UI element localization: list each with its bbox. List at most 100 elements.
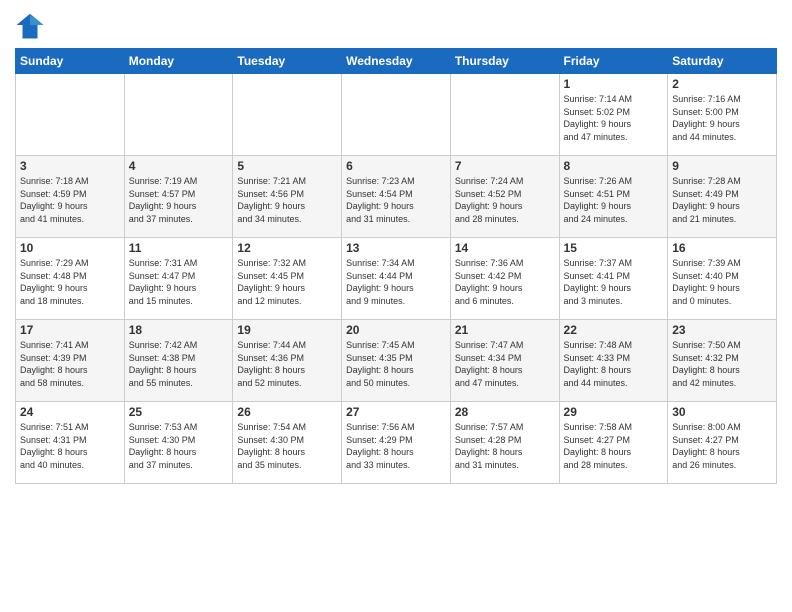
day-info: Sunrise: 7:26 AM Sunset: 4:51 PM Dayligh… bbox=[564, 175, 664, 225]
calendar-cell: 27 Sunrise: 7:56 AM Sunset: 4:29 PM Dayli… bbox=[342, 402, 451, 484]
day-number: 10 bbox=[20, 241, 120, 255]
day-info: Sunrise: 7:56 AM Sunset: 4:29 PM Dayligh… bbox=[346, 421, 446, 471]
weekday-header-monday: Monday bbox=[124, 49, 233, 74]
calendar-cell: 8 Sunrise: 7:26 AM Sunset: 4:51 PM Daylig… bbox=[559, 156, 668, 238]
day-number: 29 bbox=[564, 405, 664, 419]
weekday-header-saturday: Saturday bbox=[668, 49, 777, 74]
day-number: 21 bbox=[455, 323, 555, 337]
day-info: Sunrise: 8:00 AM Sunset: 4:27 PM Dayligh… bbox=[672, 421, 772, 471]
calendar-cell: 23Sunrise: 7:50 AM Sunset: 4:32 PM Dayli… bbox=[668, 320, 777, 402]
weekday-header-friday: Friday bbox=[559, 49, 668, 74]
calendar-cell: 28 Sunrise: 7:57 AM Sunset: 4:28 PM Dayli… bbox=[450, 402, 559, 484]
day-number: 20 bbox=[346, 323, 446, 337]
calendar-week-1: 1Sunrise: 7:14 AM Sunset: 5:02 PM Daylig… bbox=[16, 74, 777, 156]
day-info: Sunrise: 7:21 AM Sunset: 4:56 PM Dayligh… bbox=[237, 175, 337, 225]
day-info: Sunrise: 7:24 AM Sunset: 4:52 PM Dayligh… bbox=[455, 175, 555, 225]
day-number: 6 bbox=[346, 159, 446, 173]
day-info: Sunrise: 7:48 AM Sunset: 4:33 PM Dayligh… bbox=[564, 339, 664, 389]
day-number: 4 bbox=[129, 159, 229, 173]
header bbox=[15, 10, 777, 40]
day-number: 30 bbox=[672, 405, 772, 419]
day-number: 15 bbox=[564, 241, 664, 255]
day-info: Sunrise: 7:45 AM Sunset: 4:35 PM Dayligh… bbox=[346, 339, 446, 389]
calendar-cell: 5 Sunrise: 7:21 AM Sunset: 4:56 PM Daylig… bbox=[233, 156, 342, 238]
day-number: 13 bbox=[346, 241, 446, 255]
day-info: Sunrise: 7:23 AM Sunset: 4:54 PM Dayligh… bbox=[346, 175, 446, 225]
day-number: 16 bbox=[672, 241, 772, 255]
day-info: Sunrise: 7:47 AM Sunset: 4:34 PM Dayligh… bbox=[455, 339, 555, 389]
day-number: 2 bbox=[672, 77, 772, 91]
day-info: Sunrise: 7:54 AM Sunset: 4:30 PM Dayligh… bbox=[237, 421, 337, 471]
day-number: 26 bbox=[237, 405, 337, 419]
day-info: Sunrise: 7:39 AM Sunset: 4:40 PM Dayligh… bbox=[672, 257, 772, 307]
day-number: 7 bbox=[455, 159, 555, 173]
calendar-cell: 16 Sunrise: 7:39 AM Sunset: 4:40 PM Dayli… bbox=[668, 238, 777, 320]
calendar-cell: 6 Sunrise: 7:23 AM Sunset: 4:54 PM Daylig… bbox=[342, 156, 451, 238]
calendar-cell: 20 Sunrise: 7:45 AM Sunset: 4:35 PM Dayli… bbox=[342, 320, 451, 402]
calendar-cell: 26 Sunrise: 7:54 AM Sunset: 4:30 PM Dayli… bbox=[233, 402, 342, 484]
day-info: Sunrise: 7:44 AM Sunset: 4:36 PM Dayligh… bbox=[237, 339, 337, 389]
day-number: 22 bbox=[564, 323, 664, 337]
day-number: 5 bbox=[237, 159, 337, 173]
day-info: Sunrise: 7:28 AM Sunset: 4:49 PM Dayligh… bbox=[672, 175, 772, 225]
day-number: 9 bbox=[672, 159, 772, 173]
calendar-header: SundayMondayTuesdayWednesdayThursdayFrid… bbox=[16, 49, 777, 74]
calendar-cell: 4Sunrise: 7:19 AM Sunset: 4:57 PM Daylig… bbox=[124, 156, 233, 238]
calendar-week-5: 24 Sunrise: 7:51 AM Sunset: 4:31 PM Dayli… bbox=[16, 402, 777, 484]
calendar-cell: 17 Sunrise: 7:41 AM Sunset: 4:39 PM Dayli… bbox=[16, 320, 125, 402]
day-number: 24 bbox=[20, 405, 120, 419]
day-info: Sunrise: 7:16 AM Sunset: 5:00 PM Dayligh… bbox=[672, 93, 772, 143]
day-number: 8 bbox=[564, 159, 664, 173]
calendar-cell: 13Sunrise: 7:34 AM Sunset: 4:44 PM Dayli… bbox=[342, 238, 451, 320]
day-number: 27 bbox=[346, 405, 446, 419]
calendar-cell: 3 Sunrise: 7:18 AM Sunset: 4:59 PM Daylig… bbox=[16, 156, 125, 238]
calendar-cell: 12 Sunrise: 7:32 AM Sunset: 4:45 PM Dayli… bbox=[233, 238, 342, 320]
weekday-header-sunday: Sunday bbox=[16, 49, 125, 74]
day-number: 23 bbox=[672, 323, 772, 337]
calendar-cell: 29 Sunrise: 7:58 AM Sunset: 4:27 PM Dayli… bbox=[559, 402, 668, 484]
calendar-cell: 2 Sunrise: 7:16 AM Sunset: 5:00 PM Daylig… bbox=[668, 74, 777, 156]
calendar-cell: 22 Sunrise: 7:48 AM Sunset: 4:33 PM Dayli… bbox=[559, 320, 668, 402]
calendar-cell bbox=[233, 74, 342, 156]
day-number: 18 bbox=[129, 323, 229, 337]
calendar-week-2: 3 Sunrise: 7:18 AM Sunset: 4:59 PM Daylig… bbox=[16, 156, 777, 238]
day-info: Sunrise: 7:41 AM Sunset: 4:39 PM Dayligh… bbox=[20, 339, 120, 389]
day-info: Sunrise: 7:36 AM Sunset: 4:42 PM Dayligh… bbox=[455, 257, 555, 307]
day-number: 17 bbox=[20, 323, 120, 337]
calendar-cell: 24 Sunrise: 7:51 AM Sunset: 4:31 PM Dayli… bbox=[16, 402, 125, 484]
day-info: Sunrise: 7:58 AM Sunset: 4:27 PM Dayligh… bbox=[564, 421, 664, 471]
day-number: 28 bbox=[455, 405, 555, 419]
calendar-cell: 21 Sunrise: 7:47 AM Sunset: 4:34 PM Dayli… bbox=[450, 320, 559, 402]
calendar-cell: 14 Sunrise: 7:36 AM Sunset: 4:42 PM Dayli… bbox=[450, 238, 559, 320]
calendar-cell: 15 Sunrise: 7:37 AM Sunset: 4:41 PM Dayli… bbox=[559, 238, 668, 320]
day-info: Sunrise: 7:53 AM Sunset: 4:30 PM Dayligh… bbox=[129, 421, 229, 471]
calendar-cell: 10Sunrise: 7:29 AM Sunset: 4:48 PM Dayli… bbox=[16, 238, 125, 320]
calendar-cell: 18Sunrise: 7:42 AM Sunset: 4:38 PM Dayli… bbox=[124, 320, 233, 402]
day-number: 12 bbox=[237, 241, 337, 255]
day-number: 3 bbox=[20, 159, 120, 173]
page-container: SundayMondayTuesdayWednesdayThursdayFrid… bbox=[0, 0, 792, 489]
weekday-header-thursday: Thursday bbox=[450, 49, 559, 74]
day-number: 19 bbox=[237, 323, 337, 337]
calendar-cell: 1Sunrise: 7:14 AM Sunset: 5:02 PM Daylig… bbox=[559, 74, 668, 156]
day-info: Sunrise: 7:51 AM Sunset: 4:31 PM Dayligh… bbox=[20, 421, 120, 471]
day-info: Sunrise: 7:37 AM Sunset: 4:41 PM Dayligh… bbox=[564, 257, 664, 307]
calendar-cell bbox=[450, 74, 559, 156]
day-number: 25 bbox=[129, 405, 229, 419]
logo bbox=[15, 10, 49, 40]
day-number: 14 bbox=[455, 241, 555, 255]
calendar-table: SundayMondayTuesdayWednesdayThursdayFrid… bbox=[15, 48, 777, 484]
calendar-body: 1Sunrise: 7:14 AM Sunset: 5:02 PM Daylig… bbox=[16, 74, 777, 484]
day-info: Sunrise: 7:31 AM Sunset: 4:47 PM Dayligh… bbox=[129, 257, 229, 307]
weekday-header-tuesday: Tuesday bbox=[233, 49, 342, 74]
day-info: Sunrise: 7:18 AM Sunset: 4:59 PM Dayligh… bbox=[20, 175, 120, 225]
day-info: Sunrise: 7:32 AM Sunset: 4:45 PM Dayligh… bbox=[237, 257, 337, 307]
calendar-cell bbox=[16, 74, 125, 156]
day-info: Sunrise: 7:57 AM Sunset: 4:28 PM Dayligh… bbox=[455, 421, 555, 471]
calendar-cell: 19 Sunrise: 7:44 AM Sunset: 4:36 PM Dayli… bbox=[233, 320, 342, 402]
day-number: 1 bbox=[564, 77, 664, 91]
calendar-week-3: 10Sunrise: 7:29 AM Sunset: 4:48 PM Dayli… bbox=[16, 238, 777, 320]
calendar-cell: 9 Sunrise: 7:28 AM Sunset: 4:49 PM Daylig… bbox=[668, 156, 777, 238]
calendar-week-4: 17 Sunrise: 7:41 AM Sunset: 4:39 PM Dayli… bbox=[16, 320, 777, 402]
calendar-cell bbox=[124, 74, 233, 156]
